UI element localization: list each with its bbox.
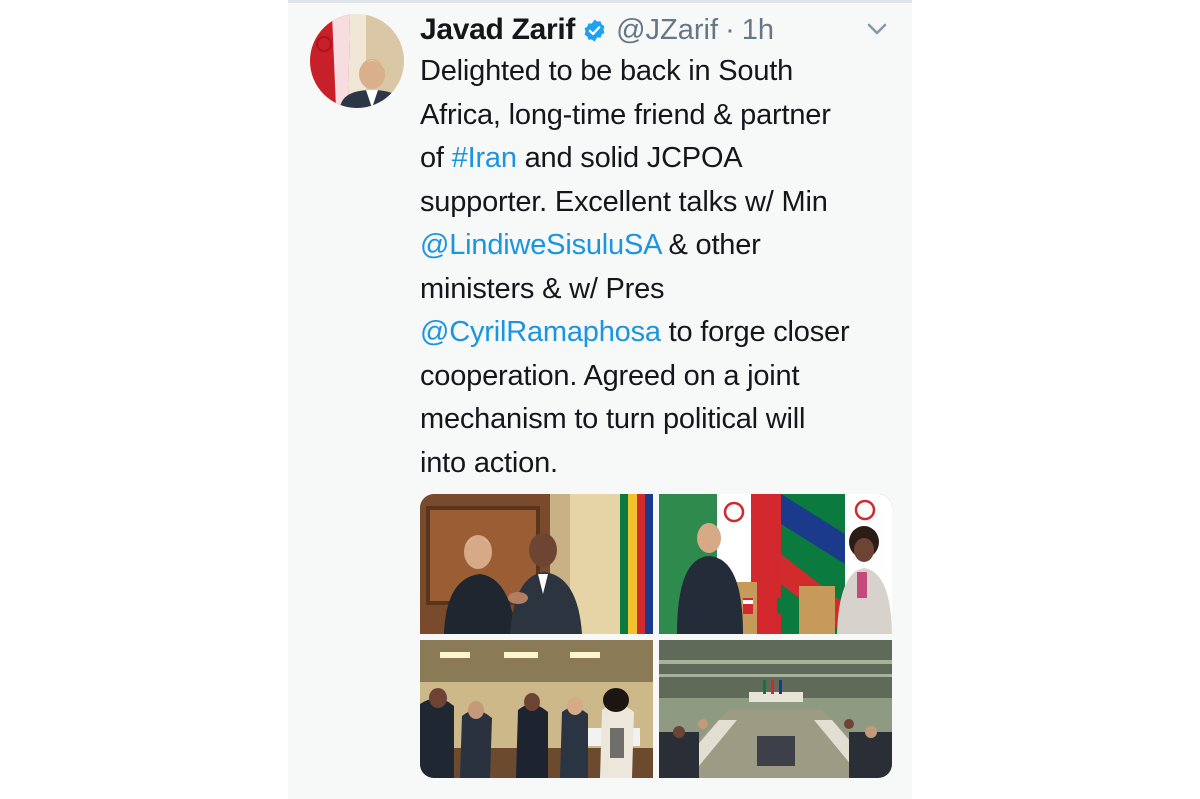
tweet-text-segment: & other (660, 229, 761, 261)
tweet-text-line: ministers & w/ Pres (420, 268, 900, 312)
media-grid (420, 494, 892, 778)
tweet-text-segment: mechanism to turn political will (420, 403, 806, 435)
verified-badge-icon (582, 18, 607, 43)
photo-delegation-room[interactable] (420, 640, 653, 778)
tweet-card[interactable]: Javad Zarif @JZarif · 1h Delighted to be… (288, 0, 912, 799)
tweet-text-segment: ministers & w/ Pres (420, 272, 665, 305)
tweet-header: Javad Zarif @JZarif · 1h (420, 10, 774, 50)
chevron-down-icon[interactable] (866, 22, 888, 36)
divider (288, 0, 912, 3)
timestamp[interactable]: 1h (742, 14, 774, 47)
tweet-text-segment: and solid JCPOA (516, 142, 743, 174)
tweet-text-line: cooperation. Agreed on a joint (420, 355, 900, 399)
author-name[interactable]: Javad Zarif (420, 13, 575, 47)
photo-meeting-flags[interactable] (659, 494, 892, 634)
tweet-text-line: @CyrilRamaphosa to forge closer (420, 311, 900, 355)
hashtag-link[interactable]: #Iran (452, 142, 517, 174)
tweet-text-segment: into action. (420, 446, 558, 479)
author-handle[interactable]: @JZarif (616, 14, 718, 47)
photo-conference-hall[interactable] (659, 640, 892, 778)
tweet-text-segment: cooperation. Agreed on a joint (420, 359, 800, 392)
tweet-text-line: Africa, long-time friend & partner (420, 94, 900, 138)
tweet-text-line: into action. (420, 442, 900, 486)
tweet-text-line: @LindiweSisuluSA & other (420, 224, 900, 268)
tweet-text-line: Delighted to be back in South (420, 50, 900, 94)
avatar[interactable] (310, 14, 404, 108)
tweet-text-line: mechanism to turn political will (420, 398, 900, 442)
photo-handshake[interactable] (420, 494, 653, 634)
separator-dot: · (725, 13, 735, 46)
tweet-text-segment: Delighted to be back in South (420, 55, 794, 87)
mention-link[interactable]: @CyrilRamaphosa (420, 316, 661, 348)
tweet-text-segment: to forge closer (660, 316, 850, 348)
tweet-text-line: of #Iran and solid JCPOA (420, 137, 900, 181)
tweet-text-segment: Africa, long-time friend & partner (420, 98, 831, 131)
tweet-text-segment: supporter. Excellent talks w/ Min (420, 185, 828, 218)
tweet-text-segment: of (420, 142, 452, 174)
tweet-text-line: supporter. Excellent talks w/ Min (420, 181, 900, 225)
mention-link[interactable]: @LindiweSisuluSA (420, 229, 661, 261)
tweet-text: Delighted to be back in South Africa, lon… (420, 50, 900, 485)
